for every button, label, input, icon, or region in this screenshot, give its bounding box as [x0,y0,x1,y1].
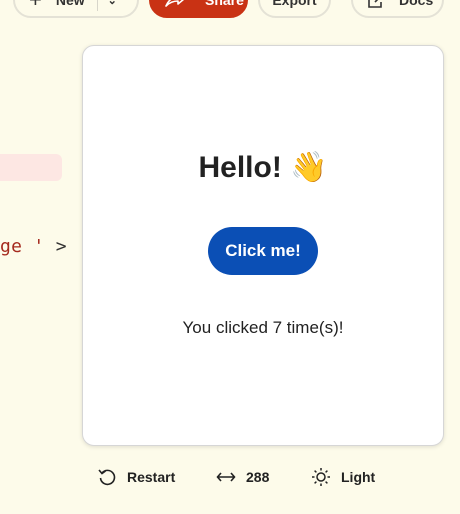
page-title: Hello! 👋 [198,151,328,184]
click-count-text: You clicked 7 time(s)! [182,318,344,337]
restart-icon [98,469,116,486]
click-me-button[interactable]: Click me! [208,227,318,275]
preview-panel: Hello! 👋 Click me! You clicked 7 time(s)… [82,45,444,446]
highlighted-line [0,154,62,181]
share-button[interactable]: Share [149,0,248,18]
divider [96,0,98,11]
external-link-icon [368,0,385,8]
theme-toggle[interactable]: Light [311,466,375,488]
theme-label: Light [341,469,376,485]
code-line[interactable]: ge ' > [0,236,67,257]
restart-label: Restart [127,469,176,485]
share-icon [165,0,185,7]
new-button-label: New [55,0,85,8]
new-button[interactable]: + New ⌄ [13,0,139,18]
code-tag-end: > [44,236,67,257]
code-string: ge ' [0,236,45,257]
width-value: 288 [246,469,270,485]
chevron-down-icon[interactable]: ⌄ [108,0,117,7]
restart-button[interactable]: Restart [97,466,175,488]
docs-button-label: Docs [399,0,434,8]
export-button-label: Export [272,0,317,8]
export-button[interactable]: Export [258,0,331,18]
resize-horizontal-icon [216,472,236,482]
docs-button[interactable]: Docs [351,0,444,18]
sun-icon [312,468,330,486]
share-button-label: Share [205,0,244,8]
width-control[interactable]: 288 [216,466,269,488]
plus-icon: + [29,0,42,11]
